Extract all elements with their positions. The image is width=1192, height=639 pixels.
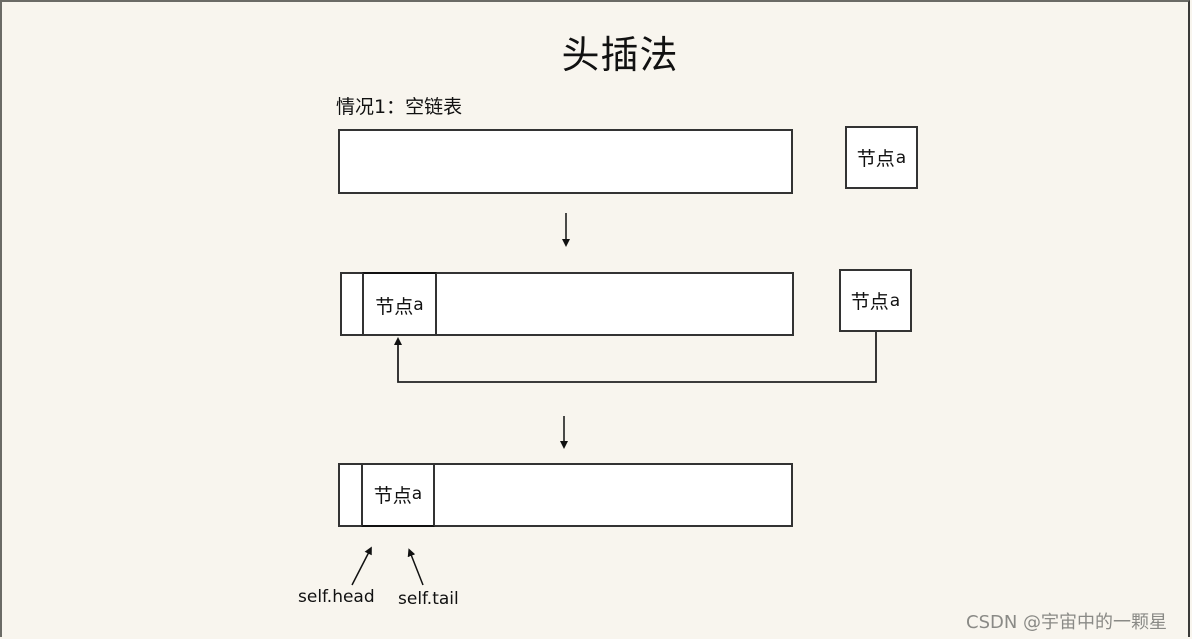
tail-pointer-arrow <box>407 548 424 586</box>
tail-pointer-label: self.tail <box>398 589 459 609</box>
head-pointer-label: self.head <box>298 587 375 607</box>
head-pointer-arrow <box>351 546 372 586</box>
arrows-layer <box>351 213 877 586</box>
link-connector <box>394 332 877 383</box>
watermark: CSDN @宇宙中的一颗星 <box>966 612 1168 633</box>
